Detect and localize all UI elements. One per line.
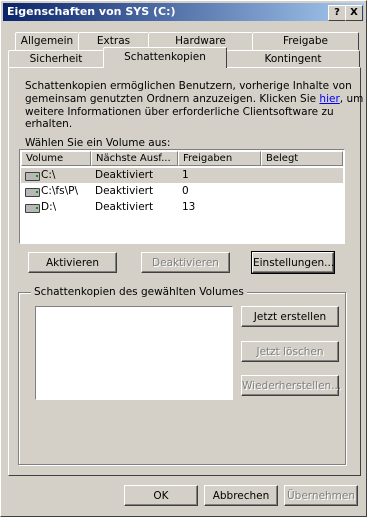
- restore-button[interactable]: Wiederherstellen...: [241, 375, 341, 396]
- description-line-3: weitere Informationen über erforderliche…: [25, 106, 334, 130]
- next-run-cell: Deaktiviert: [95, 201, 154, 213]
- column-header-volume[interactable]: Volume: [21, 151, 91, 166]
- next-run-cell: Deaktiviert: [95, 169, 154, 181]
- description-text-a: gemeinsam genutzten Ordnern anzuzeigen. …: [25, 93, 320, 105]
- activate-button[interactable]: Aktivieren: [28, 252, 117, 273]
- drive-icon: [25, 188, 40, 197]
- drive-icon: [25, 172, 40, 181]
- column-header-next-run[interactable]: Nächste Ausf...: [91, 151, 178, 166]
- group-title: Schattenkopien des gewählten Volumes: [31, 286, 247, 298]
- create-now-button[interactable]: Jetzt erstellen: [241, 306, 339, 327]
- window-title: Eigenschaften von SYS (C:): [7, 5, 176, 18]
- properties-window: Eigenschaften von SYS (C:) ? X Allgemein…: [0, 0, 367, 517]
- volume-list[interactable]: Volume Nächste Ausf... Freigaben Belegt …: [19, 149, 345, 244]
- settings-button[interactable]: Einstellungen...: [251, 251, 335, 274]
- column-header-used[interactable]: Belegt: [261, 151, 343, 166]
- help-button[interactable]: ?: [328, 5, 346, 21]
- volume-cell: D:\: [41, 201, 57, 213]
- deactivate-button[interactable]: Deaktivieren: [141, 252, 230, 273]
- column-header-shares[interactable]: Freigaben: [178, 151, 261, 166]
- shares-cell: 0: [182, 185, 189, 197]
- shares-cell: 13: [182, 201, 196, 213]
- drive-icon: [25, 204, 40, 213]
- description-text-b: , um: [339, 93, 364, 105]
- shadow-copies-list[interactable]: [35, 306, 233, 400]
- title-bar[interactable]: Eigenschaften von SYS (C:) ? X: [3, 3, 364, 21]
- next-run-cell: Deaktiviert: [95, 185, 154, 197]
- cancel-button[interactable]: Abbrechen: [204, 485, 278, 506]
- ok-button[interactable]: OK: [124, 485, 198, 506]
- volume-cell: C:\fs\P\: [41, 185, 78, 197]
- info-link[interactable]: hier: [319, 93, 339, 105]
- table-row[interactable]: C:\fs\P\ Deaktiviert 0: [21, 184, 343, 199]
- apply-button[interactable]: Übernehmen: [284, 485, 358, 506]
- description-line-2: gemeinsam genutzten Ordnern anzuzeigen. …: [25, 93, 363, 105]
- tab-allgemein[interactable]: Allgemein: [15, 32, 79, 51]
- tab-schattenkopien[interactable]: Schattenkopien: [103, 47, 227, 68]
- volume-cell: C:\: [41, 169, 56, 181]
- tab-freigabe[interactable]: Freigabe: [252, 32, 359, 51]
- close-button[interactable]: X: [345, 5, 363, 21]
- table-row[interactable]: D:\ Deaktiviert 13: [21, 200, 343, 215]
- volume-select-label: Wählen Sie ein Volume aus:: [25, 137, 171, 149]
- description-line-1: Schattenkopien ermöglichen Benutzern, vo…: [25, 80, 352, 92]
- table-row[interactable]: C:\ Deaktiviert 1: [21, 168, 343, 183]
- delete-now-button[interactable]: Jetzt löschen: [241, 341, 339, 362]
- shares-cell: 1: [182, 169, 189, 181]
